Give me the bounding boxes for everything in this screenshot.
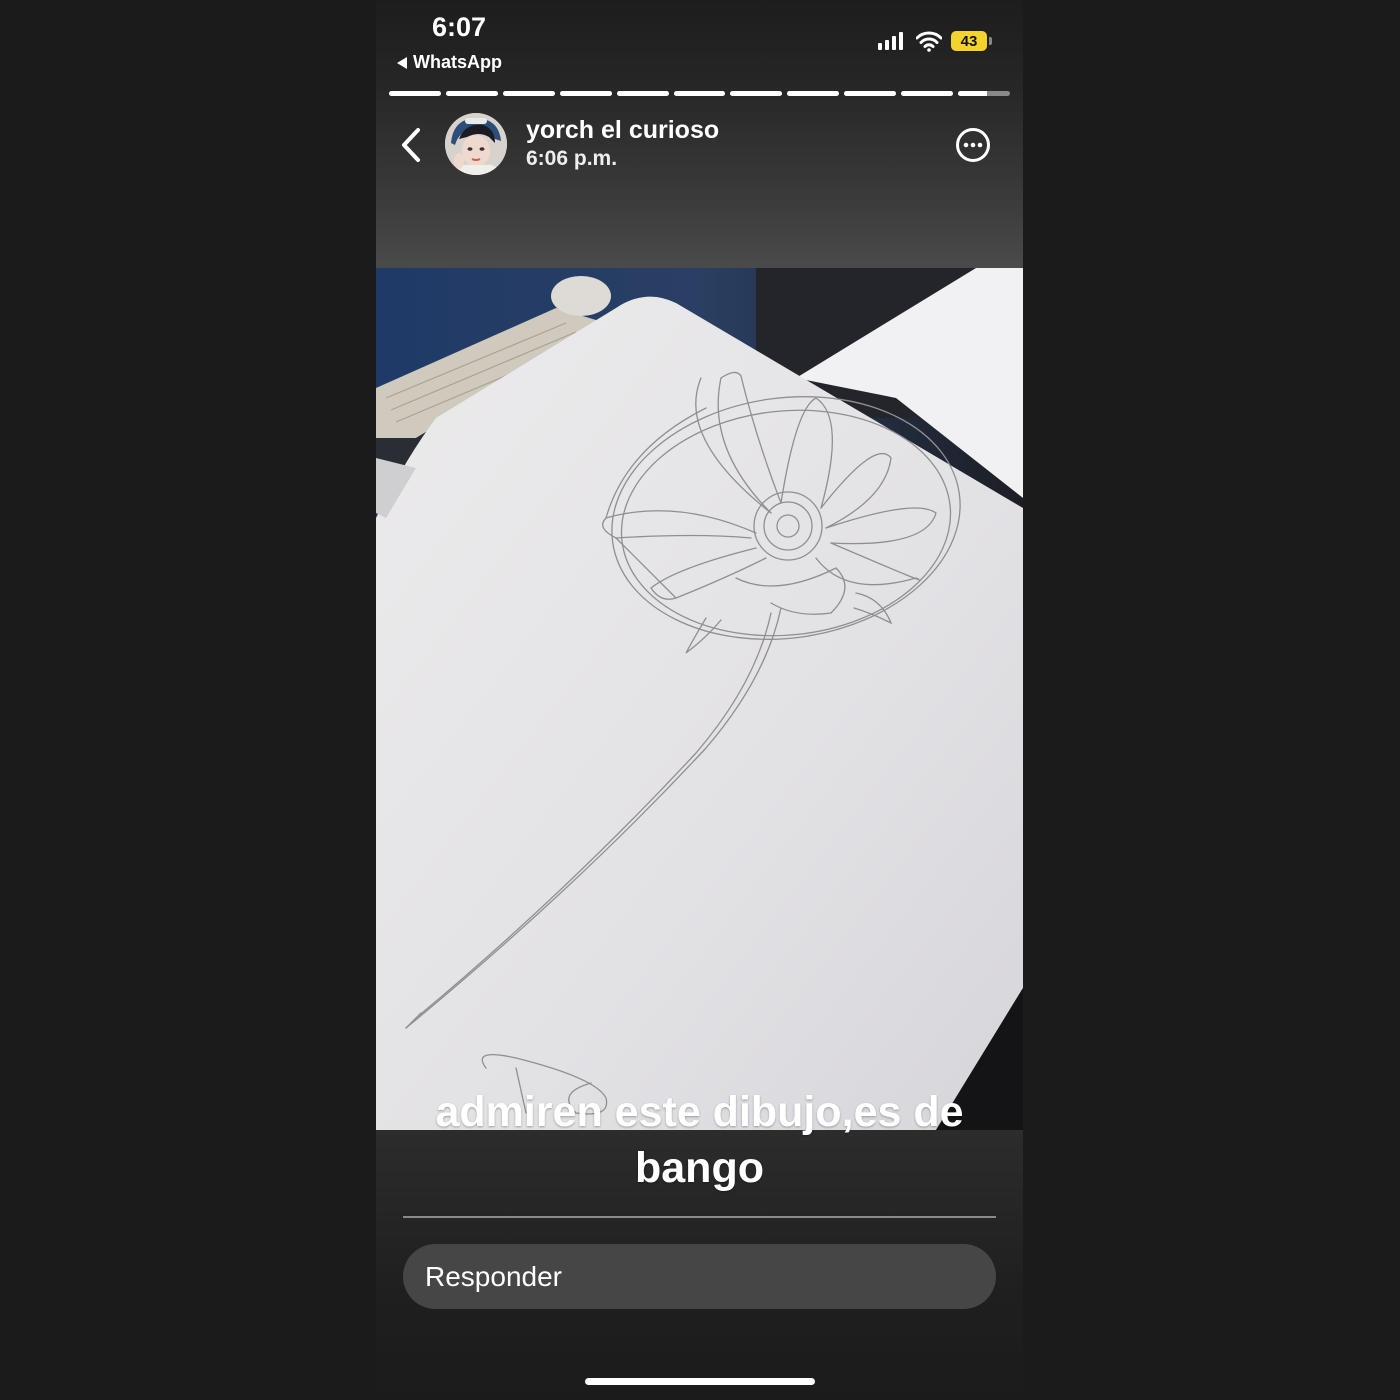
more-options-icon[interactable] [955,127,991,163]
story-progress-segment [502,91,555,96]
story-viewer: 6:07 WhatsApp 43 yorch el curioso 6:06 p… [376,0,1023,1400]
story-progress-segment [787,91,840,96]
reply-input[interactable]: Responder [403,1244,996,1309]
story-progress-segment [445,91,498,96]
chevron-left-icon[interactable] [398,124,428,166]
back-triangle-icon [397,56,407,69]
battery-icon: 43 [951,31,987,51]
wifi-icon [916,31,942,52]
back-to-app-link[interactable]: WhatsApp [397,52,502,73]
story-progress-segment [559,91,612,96]
story-progress-segment [673,91,726,96]
story-progress-segment [901,91,954,96]
story-progress-segment [389,91,441,96]
avatar-image [445,113,507,175]
story-caption: admiren este dibujo,es de bango [435,1088,964,1192]
story-progress-segment [730,91,783,96]
cellular-signal-icon [878,32,903,50]
story-progress-segment [958,91,1010,96]
back-app-label: WhatsApp [413,52,502,72]
battery-tip [989,37,992,45]
avatar[interactable] [445,113,507,175]
flower-sketch-photo [376,268,1023,1130]
reply-placeholder: Responder [425,1260,562,1292]
story-image [376,268,1023,1130]
story-timestamp: 6:06 p.m. [526,147,618,170]
divider [403,1216,996,1218]
contact-name: yorch el curioso [526,116,720,144]
story-progress-bar [389,91,1010,97]
story-progress-segment [844,91,897,96]
story-progress-segment [616,91,669,96]
status-time: 6:07 [432,12,487,42]
home-indicator[interactable] [585,1378,815,1385]
